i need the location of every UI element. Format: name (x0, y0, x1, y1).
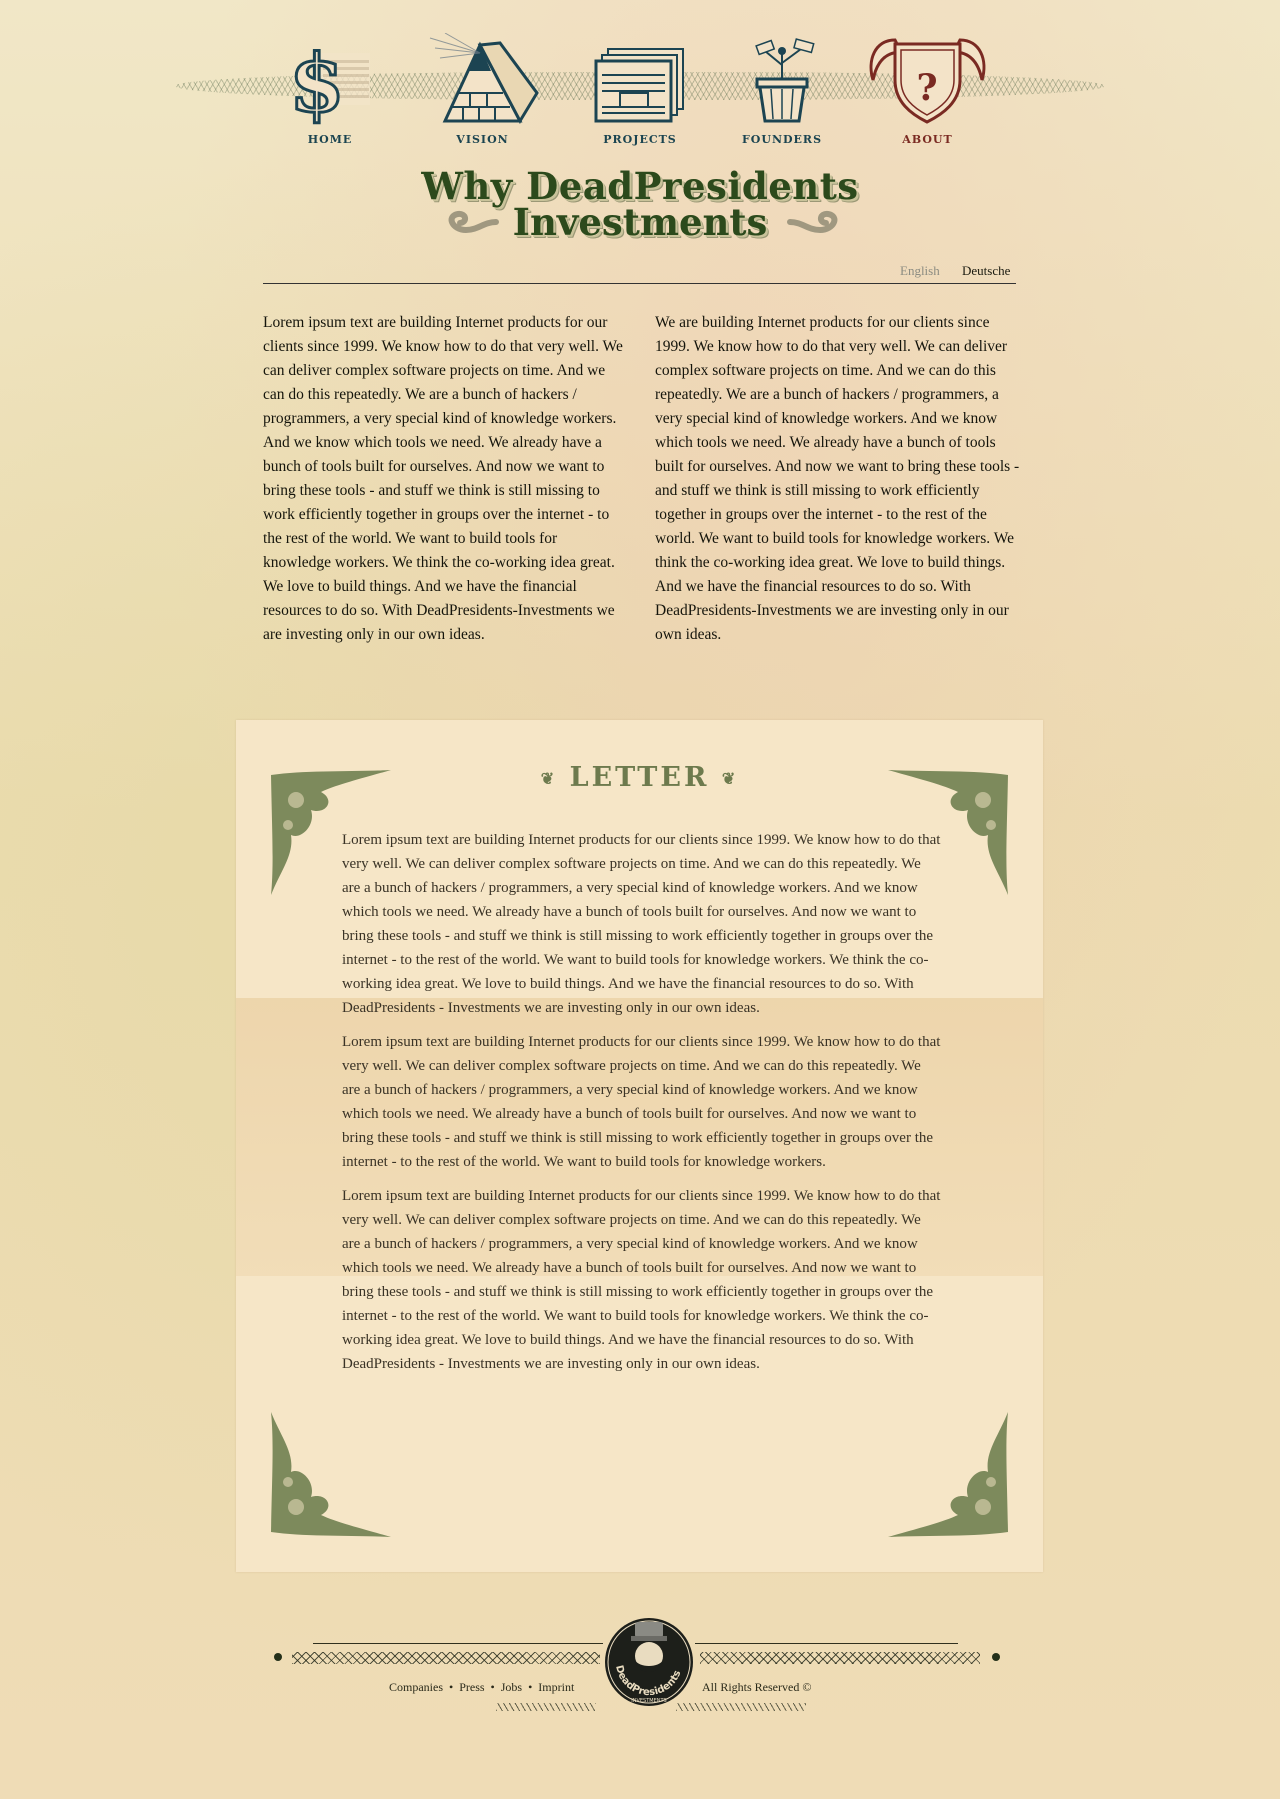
bottom-left-leaf-ornament-icon (271, 1412, 391, 1537)
footer-hatch-right (676, 1703, 806, 1711)
money-plant-icon (755, 38, 815, 123)
sprig-left-icon: ❦ (540, 769, 558, 788)
intro-column-left: Lorem ipsum text are building Internet p… (263, 314, 623, 643)
footer-braid-left (292, 1652, 600, 1664)
language-english-link[interactable]: English (900, 263, 940, 279)
bottom-right-leaf-ornament-icon (888, 1412, 1008, 1537)
header-divider (263, 283, 1016, 284)
nav-label-vision[interactable]: VISION (425, 133, 540, 146)
nav-label-home[interactable]: HOME (285, 133, 375, 146)
footer-separator: • (490, 1680, 495, 1694)
nav-label-projects[interactable]: PROJECTS (590, 133, 690, 146)
letter-paragraph: Lorem ipsum text are building Internet p… (342, 832, 941, 1016)
footer-link-companies[interactable]: Companies (389, 1680, 443, 1694)
intro-column-right: We are building Internet products for ou… (655, 314, 1020, 643)
nav-label-about[interactable]: ABOUT (865, 133, 990, 146)
nav-item-vision[interactable]: VISION (425, 30, 540, 146)
deadpresidents-seal-logo: DeadPresidents INVESTMENTS (605, 1618, 693, 1706)
page-title: Why DeadPresidents Investments (330, 164, 950, 244)
letter-title-text: LETTER (569, 762, 710, 793)
winged-question-shield-icon: ? (869, 38, 986, 124)
footer-braid-right (700, 1652, 980, 1664)
letter-title: ❦ LETTER ❦ (236, 762, 1043, 793)
footer-link-jobs[interactable]: Jobs (501, 1680, 522, 1694)
letter-body: Lorem ipsum text are building Internet p… (342, 828, 942, 1386)
pyramid-eye-icon (429, 33, 539, 125)
copyright-text: All Rights Reserved © (702, 1680, 812, 1694)
footer-dot-right (992, 1653, 1000, 1661)
dollar-sign-icon: $ (288, 35, 370, 125)
page-title-line-2: Investments (512, 200, 768, 244)
footer: Companies • Press • Jobs • Imprint DeadPreside… (268, 1600, 1008, 1711)
right-flourish-ornament-icon (787, 210, 838, 234)
language-deutsche-link[interactable]: Deutsche (962, 263, 1010, 279)
footer-links: Companies • Press • Jobs • Imprint (389, 1680, 574, 1695)
svg-text:$: $ (289, 36, 345, 125)
footer-link-press[interactable]: Press (459, 1680, 484, 1694)
nav-item-home[interactable]: $ HOME (285, 30, 375, 146)
sprig-right-icon: ❦ (721, 769, 739, 788)
footer-hatch-left (496, 1703, 596, 1711)
nav-label-founders[interactable]: FOUNDERS (737, 133, 827, 146)
footer-dot-left (274, 1653, 282, 1661)
footer-separator: • (449, 1680, 454, 1694)
nav-item-founders[interactable]: FOUNDERS (737, 30, 827, 146)
footer-rule-right (695, 1643, 958, 1644)
letter-paragraph: Lorem ipsum text are building Internet p… (342, 1034, 941, 1170)
seal-subtext: INVESTMENTS (631, 1698, 666, 1704)
left-flourish-ornament-icon (448, 210, 499, 234)
page-title-line-1: Why DeadPresidents (421, 164, 859, 208)
main-navigation: $ HOME VISION PROJECTS FOUNDERS ? ABOUT (175, 30, 1105, 150)
footer-rule-left (313, 1643, 603, 1644)
footer-separator: • (528, 1680, 533, 1694)
letter-paragraph: Lorem ipsum text are building Internet p… (342, 1188, 941, 1372)
stacked-bills-icon (594, 48, 684, 123)
svg-text:?: ? (916, 67, 937, 109)
nav-item-about[interactable]: ? ABOUT (865, 30, 990, 146)
footer-link-imprint[interactable]: Imprint (538, 1680, 574, 1694)
nav-item-projects[interactable]: PROJECTS (590, 30, 690, 146)
letter-section: ❦ LETTER ❦ Lorem ipsum text are building… (236, 720, 1043, 1572)
